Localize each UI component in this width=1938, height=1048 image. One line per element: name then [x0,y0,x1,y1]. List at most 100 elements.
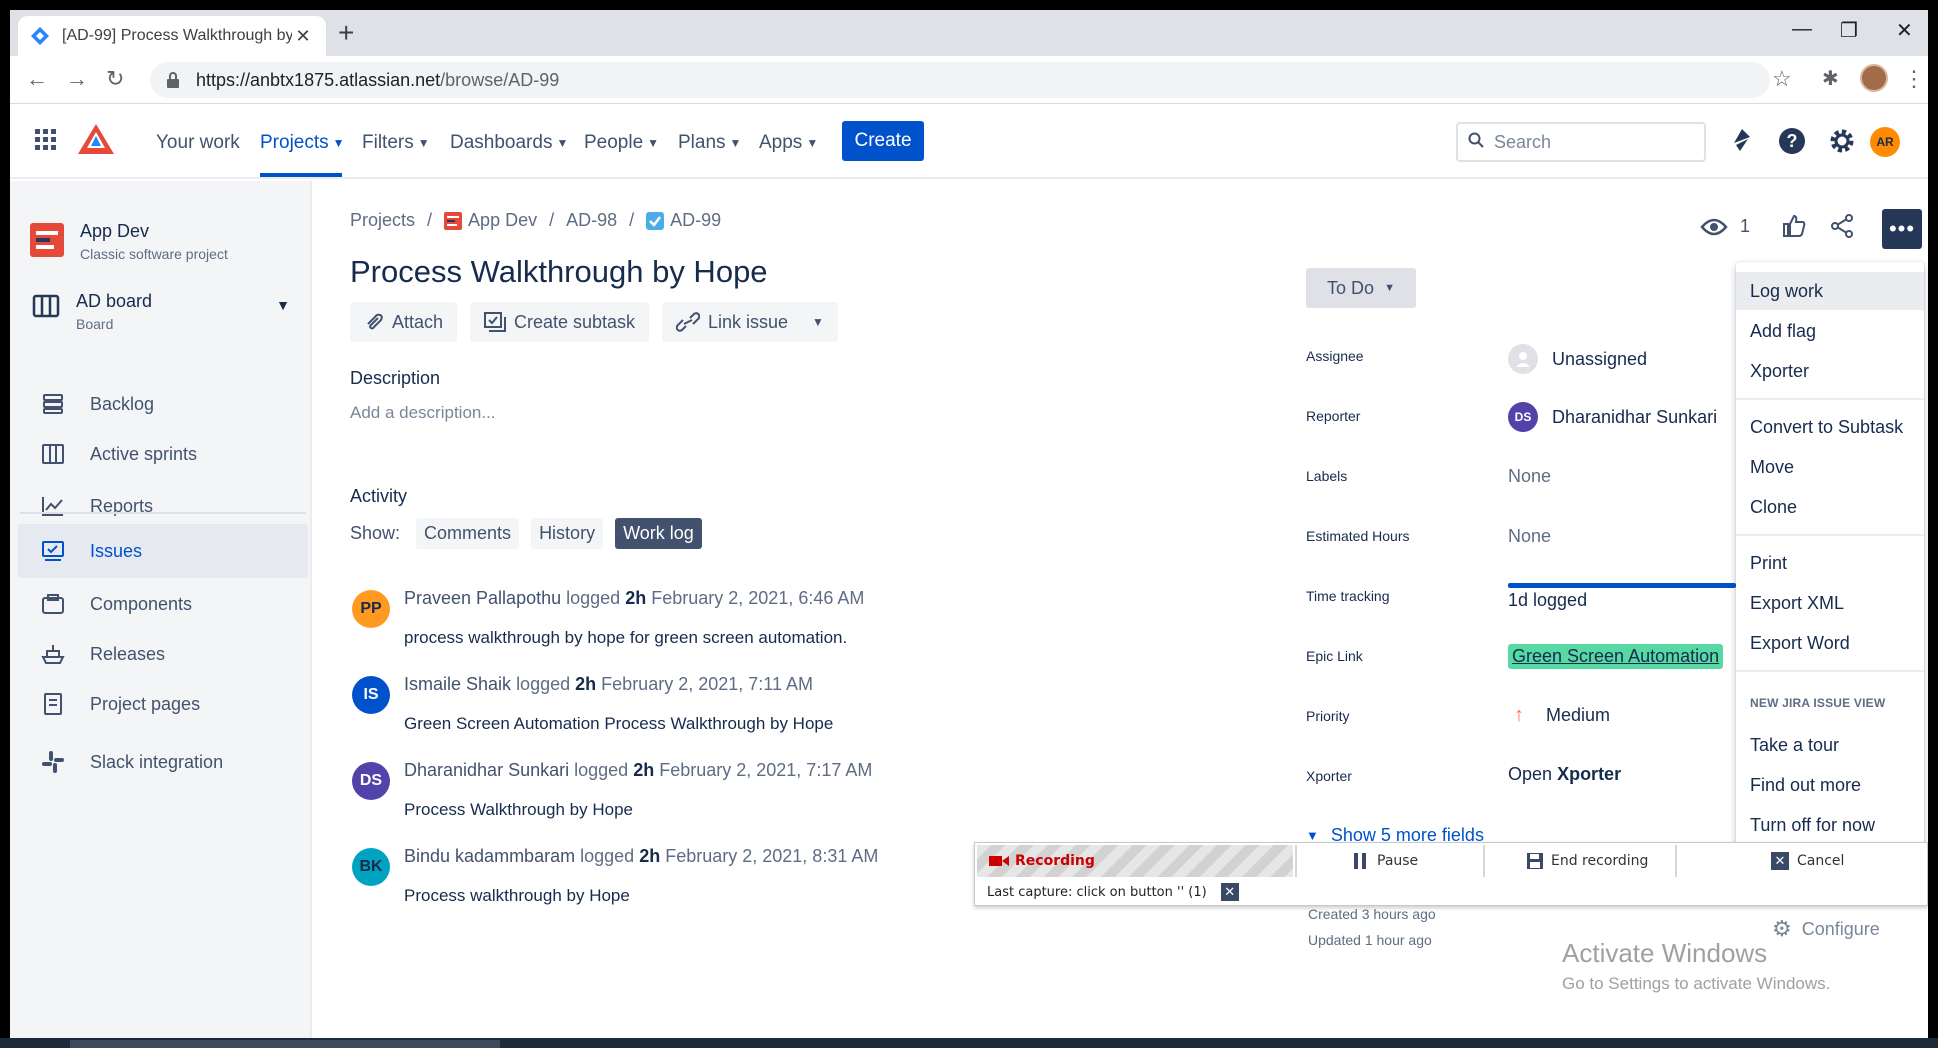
address-bar[interactable]: https://anbtx1875.atlassian.net/browse/A… [150,62,1770,98]
end-recording-button[interactable]: End recording [1527,845,1648,877]
configure-button[interactable]: ⚙ Configure [1772,916,1880,942]
nav-apps[interactable]: Apps ▼ [759,132,818,154]
description-field[interactable]: Add a description... [350,403,496,423]
nav-people[interactable]: People ▼ [584,132,659,154]
new-tab-icon[interactable]: + [338,19,354,47]
sidebar-item-slack-integration[interactable]: Slack integration [18,735,308,789]
epic-link-value[interactable]: Green Screen Automation [1508,644,1724,669]
reporter-value[interactable]: DS Dharanidhar Sunkari [1508,402,1717,432]
sidebar-item-backlog[interactable]: Backlog [18,377,308,431]
nav-filters[interactable]: Filters ▼ [362,132,430,154]
filter-comments[interactable]: Comments [416,518,520,549]
avatar[interactable]: PP [352,590,390,628]
settings-gear-icon[interactable] [1828,127,1856,155]
filter-work-log[interactable]: Work log [615,518,702,549]
menu-export-word[interactable]: Export Word [1736,624,1924,662]
cancel-recording-button[interactable]: ✕ Cancel [1771,845,1844,877]
worklog-author[interactable]: Dharanidhar Sunkari [404,760,569,780]
nav-dashboards[interactable]: Dashboards ▼ [450,132,568,154]
menu-turn-off[interactable]: Turn off for now [1736,806,1924,844]
avatar[interactable]: DS [352,762,390,800]
issues-icon [40,538,66,564]
breadcrumb-parent-issue[interactable]: AD-98 [566,210,617,231]
labels-value[interactable]: None [1508,466,1551,487]
bookmark-star-icon[interactable]: ☆ [1772,66,1792,92]
watchers-button[interactable]: 1 [1700,216,1750,237]
sidebar-item-active-sprints[interactable]: Active sprints [18,427,308,481]
xporter-value[interactable]: Open Xporter [1508,764,1621,785]
nav-your-work[interactable]: Your work [156,132,240,154]
notifications-icon[interactable] [1730,127,1754,153]
menu-print[interactable]: Print [1736,544,1924,582]
dismiss-icon[interactable]: ✕ [1220,883,1239,901]
browser-menu-icon[interactable]: ⋮ [1903,66,1925,92]
field-label-epic-link: Epic Link [1306,648,1363,664]
menu-xporter[interactable]: Xporter [1736,352,1924,390]
reload-icon[interactable]: ↻ [106,66,124,92]
more-actions-menu: Log work Add flag Xporter Convert to Sub… [1736,262,1924,852]
worklog-date: February 2, 2021, 7:11 AM [601,674,813,694]
help-icon[interactable]: ? [1778,127,1806,155]
time-tracking-value[interactable]: 1d logged [1508,590,1587,611]
browser-tab[interactable]: [AD-99] Process Walkthrough by ✕ [18,16,326,56]
priority-value[interactable]: ↑ Medium [1508,704,1610,727]
extensions-icon[interactable]: ✱ [1822,66,1839,91]
restore-icon[interactable]: ❐ [1840,18,1858,43]
tab-close-icon[interactable]: ✕ [292,26,314,47]
status-dropdown[interactable]: To Do ▼ [1306,268,1416,308]
share-icon[interactable] [1830,214,1854,238]
like-icon[interactable] [1782,214,1806,238]
nav-projects[interactable]: Projects ▼ [260,132,345,154]
minimize-icon[interactable]: — [1792,18,1812,41]
menu-export-xml[interactable]: Export XML [1736,584,1924,622]
breadcrumb-project[interactable]: App Dev [468,210,537,231]
menu-convert-to-subtask[interactable]: Convert to Subtask [1736,408,1924,446]
sidebar-item-components[interactable]: Components [18,577,308,631]
breadcrumb-issue[interactable]: AD-99 [670,210,721,231]
create-button[interactable]: Create [842,121,924,161]
sidebar-item-releases[interactable]: Releases [18,627,308,681]
unassigned-avatar-icon [1508,344,1538,374]
menu-clone[interactable]: Clone [1736,488,1924,526]
worklog-author[interactable]: Ismaile Shaik [404,674,511,694]
back-icon[interactable]: ← [26,66,48,92]
task-checkbox-icon [646,211,665,230]
menu-add-flag[interactable]: Add flag [1736,312,1924,350]
app-switcher-icon[interactable] [35,129,57,151]
estimated-hours-value[interactable]: None [1508,526,1551,547]
profile-avatar[interactable] [1860,64,1888,92]
project-header[interactable]: App Dev Classic software project [30,221,228,262]
user-avatar[interactable]: AR [1870,127,1900,157]
menu-find-out-more[interactable]: Find out more [1736,766,1924,804]
filter-history[interactable]: History [531,518,604,549]
sidebar-item-project-pages[interactable]: Project pages [18,677,308,731]
nav-plans[interactable]: Plans ▼ [678,132,741,154]
menu-log-work[interactable]: Log work [1736,272,1924,310]
create-subtask-button[interactable]: Create subtask [470,302,650,342]
search-input[interactable]: Search [1456,122,1706,162]
worklog-author[interactable]: Praveen Pallapothu [404,588,561,608]
project-type: Classic software project [80,246,228,262]
attach-button[interactable]: Attach [350,302,458,342]
more-actions-button[interactable]: ••• [1882,209,1922,249]
issue-title[interactable]: Process Walkthrough by Hope [350,254,768,290]
menu-move[interactable]: Move [1736,448,1924,486]
save-icon [1527,853,1543,869]
assignee-value[interactable]: Unassigned [1508,344,1647,374]
board-switcher[interactable]: AD board Board ▼ [32,291,302,332]
close-window-icon[interactable]: ✕ [1896,18,1913,43]
url-path: /browse/AD-99 [440,69,560,90]
forward-icon[interactable]: → [66,66,88,92]
worklog-author[interactable]: Bindu kadammbaram [404,846,575,866]
more-actions-dropdown[interactable]: ▼ [798,302,838,342]
link-issue-button[interactable]: Link issue [662,302,803,342]
sidebar-item-issues[interactable]: Issues [18,524,308,578]
avatar[interactable]: IS [352,676,390,714]
pause-button[interactable]: Pause [1353,845,1418,877]
avatar[interactable]: BK [352,848,390,886]
menu-take-a-tour[interactable]: Take a tour [1736,726,1924,764]
breadcrumb-projects[interactable]: Projects [350,210,415,231]
jira-logo-icon[interactable] [76,122,116,156]
backlog-icon [40,391,66,417]
chevron-down-icon: ▼ [417,136,430,150]
